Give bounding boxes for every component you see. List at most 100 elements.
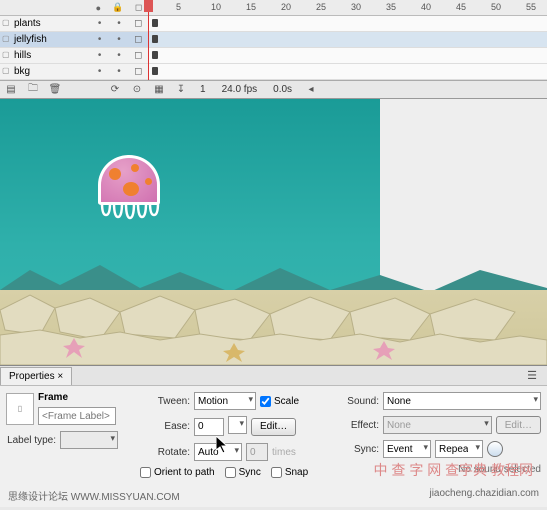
layer-lock-toggle[interactable]: • [114,18,124,29]
sound-select[interactable] [383,392,541,410]
layer-visibility-toggle[interactable]: • [95,18,105,29]
stage-area [0,99,547,365]
keyframe-icon[interactable] [152,51,158,59]
repeat-select[interactable] [435,440,483,458]
layer-outline-toggle[interactable]: ◻ [133,34,143,45]
properties-tab-bar: Properties × ☰ [0,366,547,386]
keyframe-icon[interactable] [152,35,158,43]
outline-icon[interactable]: ◻ [135,2,142,13]
sound-info-button[interactable] [487,441,503,457]
ruler-tick: 20 [281,2,291,12]
frame-type-icon: ▯ [6,393,34,425]
watermark-right: jiaocheng.chazidian.com [429,488,539,503]
playhead-line [148,0,149,80]
layer-outline-toggle[interactable]: ◻ [133,66,143,77]
rotate-times-input [246,443,268,461]
snap-checkbox[interactable]: Snap [271,467,308,478]
ease-edit-button[interactable]: Edit… [251,418,296,436]
ruler-tick: 5 [176,2,181,12]
ruler-tick: 30 [351,2,361,12]
layer-track[interactable] [148,16,547,31]
rotate-label: Rotate: [140,447,190,458]
times-label: times [272,447,296,458]
layer-name[interactable]: hills [0,50,90,61]
ruler-tick: 35 [386,2,396,12]
synctype-select[interactable] [383,440,431,458]
timeline-footer: ▤ 🗀 🗑 ⟳ ⊙ ▦ ↧ 1 24.0 fps 0.0s ◂ [0,80,547,98]
effect-select [383,416,492,434]
scale-checkbox[interactable]: Scale [260,396,299,407]
rocks-art [0,290,547,365]
ruler-tick: 45 [456,2,466,12]
playhead-icon[interactable] [144,0,153,12]
label-type-label: Label type: [6,435,56,446]
layer-outline-toggle[interactable]: ◻ [133,18,143,29]
ruler-tick: 55 [526,2,536,12]
layer-track[interactable] [148,64,547,79]
eye-icon[interactable]: ● [96,3,101,13]
timeline-panel: ● 🔒 ◻ 15101520253035404550556065 plants•… [0,0,547,99]
frame-type-label: Frame [38,392,116,403]
effect-edit-button: Edit… [496,416,541,434]
properties-tab[interactable]: Properties × [0,367,72,385]
layer-name[interactable]: bkg [0,66,90,77]
panel-menu-icon[interactable]: ☰ [523,369,541,382]
sync-checkbox[interactable]: Sync [225,467,261,478]
layers-list: plants • • ◻ jellyfish • • ◻ hills • • ◻ bkg • • ◻ [0,16,547,80]
ruler-tick: 40 [421,2,431,12]
jellyfish-symbol[interactable] [98,155,160,205]
rotate-select[interactable] [194,443,242,461]
layer-lock-toggle[interactable]: • [114,50,124,61]
watermark: 思缘设计论坛 WWW.MISSYUAN.COM jiaocheng.chazid… [0,484,547,507]
frame-ruler[interactable]: 15101520253035404550556065 [148,0,547,16]
layer-outline-toggle[interactable]: ◻ [133,50,143,61]
layer-name[interactable]: jellyfish [0,34,90,45]
layer-track[interactable] [148,32,547,47]
layer-row[interactable]: jellyfish • • ◻ [0,32,547,48]
ruler-tick: 50 [491,2,501,12]
layer-row[interactable]: plants • • ◻ [0,16,547,32]
label-type-select [60,431,118,449]
layer-row[interactable]: bkg • • ◻ [0,64,547,80]
layer-name[interactable]: plants [0,18,90,29]
new-folder-icon[interactable]: 🗀 [26,83,40,97]
tween-label: Tween: [140,396,190,407]
properties-panel: Properties × ☰ ▯ Frame Label type: Tween… [0,365,547,507]
onion-outline-icon[interactable]: ⊙ [130,83,144,97]
keyframe-icon[interactable] [152,67,158,75]
onion-skin-icon[interactable]: ⟳ [108,83,122,97]
ease-input[interactable] [194,418,224,436]
layer-row[interactable]: hills • • ◻ [0,48,547,64]
stage-canvas[interactable] [0,99,380,365]
marker-icon[interactable]: ↧ [174,83,188,97]
keyframe-icon[interactable] [152,19,158,27]
edit-multiple-icon[interactable]: ▦ [152,83,166,97]
ruler-tick: 25 [316,2,326,12]
tween-select[interactable] [194,392,256,410]
layer-visibility-toggle[interactable]: • [95,34,105,45]
effect-label: Effect: [329,420,379,431]
layer-column-icons: ● 🔒 ◻ [90,0,148,15]
ease-dir-select[interactable] [228,416,247,434]
current-frame-value: 1 [196,84,210,95]
watermark-left: 思缘设计论坛 WWW.MISSYUAN.COM [8,488,180,503]
ruler-tick: 15 [246,2,256,12]
synctype-label: Sync: [329,444,379,455]
layer-visibility-toggle[interactable]: • [95,50,105,61]
layer-lock-toggle[interactable]: • [114,66,124,77]
layer-visibility-toggle[interactable]: • [95,66,105,77]
lock-icon[interactable]: 🔒 [112,2,123,13]
ease-label: Ease: [140,421,190,432]
elapsed-time-value: 0.0s [269,84,296,95]
layer-lock-toggle[interactable]: • [114,34,124,45]
ruler-tick: 10 [211,2,221,12]
sound-label: Sound: [329,396,379,407]
delete-layer-icon[interactable]: 🗑 [48,83,62,97]
frame-label-input[interactable] [38,407,116,425]
orient-checkbox[interactable]: Orient to path [140,467,215,478]
layer-track[interactable] [148,48,547,63]
fps-value: 24.0 fps [218,84,262,95]
watermark-cn: 中 查 字 网 查字典 教程网 [374,460,533,480]
timeline-menu-icon[interactable]: ◂ [304,83,318,97]
new-layer-icon[interactable]: ▤ [4,83,18,97]
